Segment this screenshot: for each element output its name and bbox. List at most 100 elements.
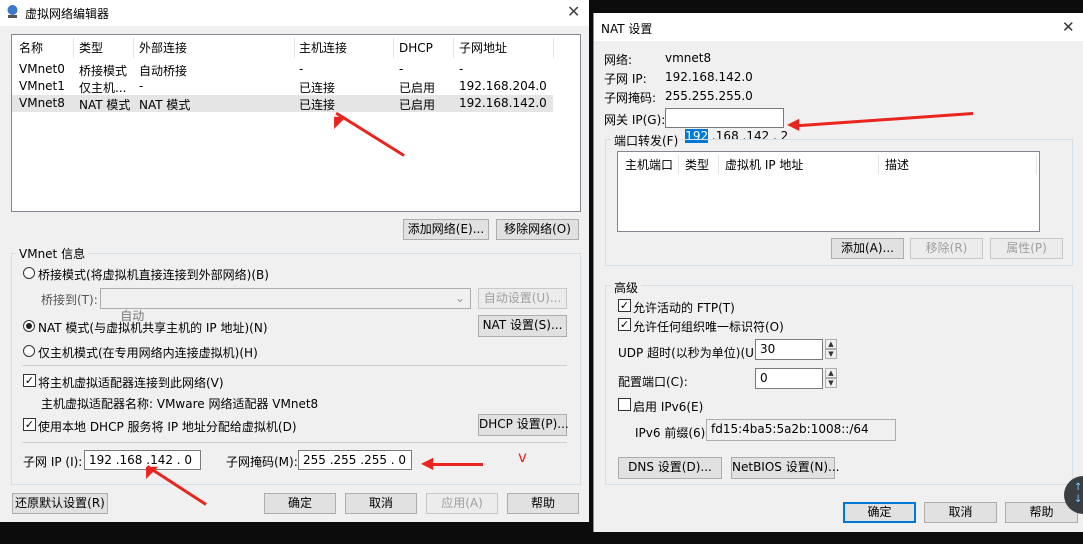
title-bar: NAT 设置 ✕ [594,13,1083,41]
config-port-field[interactable]: 0 [755,368,823,389]
ok-button[interactable]: 确定 [264,493,336,514]
subnet-ip-value: 192.168.142.0 [665,70,753,84]
subnet-ip-label: 子网 IP: [604,72,647,86]
advanced-title: 高级 [611,279,642,296]
vmnet-info-title: VMnet 信息 [16,245,89,262]
udp-timeout-label: UDP 超时(以秒为单位)(U): [618,346,763,360]
ipv6-prefix-field[interactable]: fd15:4ba5:5a2b:1008::/64 [706,419,896,441]
remove-network-button[interactable]: 移除网络(O) [496,219,579,240]
restore-defaults-button[interactable]: 还原默认设置(R) [12,493,108,514]
nat-settings-button[interactable]: NAT 设置(S)... [478,315,567,337]
col-divider[interactable] [718,155,719,175]
col-header-host-port[interactable]: 主机端口 [625,155,673,175]
col-header-type[interactable]: 类型 [79,38,103,58]
enable-ipv6-label[interactable]: 启用 IPv6(E) [633,398,703,415]
subnet-ip-field[interactable]: 192 .168 .142 . 0 [84,450,201,470]
col-header-description[interactable]: 描述 [885,155,909,175]
host-only-label[interactable]: 仅主机模式(在专用网络内连接虚拟机)(H) [38,344,258,361]
cell-external: - [139,79,144,93]
netbios-settings-button[interactable]: NetBIOS 设置(N)... [731,457,840,479]
close-icon[interactable]: ✕ [1062,18,1075,36]
table-row[interactable]: VMnet0 桥接模式 自动桥接 - - - [12,61,580,78]
allow-uid-label[interactable]: 允许任何组织唯一标识符(O) [633,318,784,335]
use-dhcp-label[interactable]: 使用本地 DHCP 服务将 IP 地址分配给虚拟机(D) [38,418,297,435]
col-divider[interactable] [294,38,295,58]
app-icon [5,4,20,19]
col-header-subnet[interactable]: 子网地址 [459,38,507,58]
network-value: vmnet8 [665,51,712,65]
col-divider[interactable] [133,38,134,58]
host-only-radio[interactable] [23,345,35,357]
adapter-name-text: 主机虚拟适配器名称: VMware 网络适配器 VMnet8 [41,397,319,411]
help-button[interactable]: 帮助 [507,493,579,514]
col-divider[interactable] [393,38,394,58]
ipv6-prefix-label: IPv6 前缀(6): [635,426,710,440]
col-header-host[interactable]: 主机连接 [299,38,347,58]
col-divider[interactable] [553,38,554,58]
connect-adapter-label[interactable]: 将主机虚拟适配器连接到此网络(V) [38,374,224,391]
allow-ftp-checkbox[interactable]: ✓ [618,299,631,312]
spin-down-icon[interactable]: ▼ [825,378,837,388]
dialog-title: NAT 设置 [601,22,653,36]
divider [22,442,567,443]
col-header-dhcp[interactable]: DHCP [399,38,433,58]
annotation-arrowhead: ◀ [787,114,800,133]
col-divider[interactable] [73,38,74,58]
network-table[interactable]: 名称 类型 外部连接 主机连接 DHCP 子网地址 VMnet0 桥接模式 自动… [11,34,581,212]
cell-host: 已连接 [299,81,336,95]
window-title: 虚拟网络编辑器 [25,7,110,21]
cell-dhcp: - [399,62,404,76]
dns-settings-button[interactable]: DNS 设置(D)... [618,457,722,479]
cancel-button[interactable]: 取消 [345,493,417,514]
ok-button[interactable]: 确定 [843,502,916,523]
subnet-mask-value: 255.255.255.0 [665,89,753,103]
nat-mode-label[interactable]: NAT 模式(与虚拟机共享主机的 IP 地址)(N) [38,319,268,336]
use-dhcp-checkbox[interactable]: ✓ [23,418,36,431]
col-divider[interactable] [1036,155,1037,175]
bridge-to-select[interactable]: 自动 ⌄ [100,288,471,323]
col-divider[interactable] [453,38,454,58]
annotation-mark: v [518,448,527,466]
col-divider[interactable] [878,155,879,175]
gateway-ip-field[interactable]: 192 .168 .142 . 2 [665,108,788,143]
table-row[interactable]: VMnet1 仅主机... - 已连接 已启用 192.168.204.0 [12,78,580,95]
annotation-arrowhead: ◤ [146,462,159,481]
config-port-label: 配置端口(C): [618,375,688,389]
add-network-button[interactable]: 添加网络(E)... [403,219,489,240]
auto-settings-button[interactable]: 自动设置(U)... [478,288,567,309]
spin-down-icon[interactable]: ▼ [825,349,837,359]
connect-adapter-checkbox[interactable]: ✓ [23,374,36,387]
annotation-arrowhead: ◀ [421,453,434,472]
cell-host: - [299,62,304,76]
nat-mode-radio[interactable] [23,320,35,332]
add-port-button[interactable]: 添加(A)... [831,238,904,259]
col-header-name[interactable]: 名称 [19,38,43,58]
properties-button[interactable]: 属性(P) [990,238,1063,259]
allow-ftp-label[interactable]: 允许活动的 FTP(T) [633,299,735,316]
cell-name: VMnet8 [19,96,65,110]
dhcp-settings-button[interactable]: DHCP 设置(P)... [478,414,569,436]
enable-ipv6-checkbox[interactable] [618,398,631,411]
subnet-mask-field[interactable]: 255 .255 .255 . 0 [298,450,412,470]
apply-button[interactable]: 应用(A) [426,493,498,514]
close-icon[interactable]: ✕ [567,2,580,21]
spin-up-icon[interactable]: ▲ [825,339,837,349]
cancel-button[interactable]: 取消 [924,502,997,523]
cell-type: 桥接模式 [79,64,128,78]
col-header-external[interactable]: 外部连接 [139,38,187,58]
network-label: 网络: [604,53,633,67]
bridge-mode-label[interactable]: 桥接模式(将虚拟机直接连接到外部网络)(B) [38,266,269,283]
col-divider[interactable] [678,155,679,175]
udp-timeout-field[interactable]: 30 [755,339,823,360]
remove-port-button[interactable]: 移除(R) [910,238,983,259]
col-header-type[interactable]: 类型 [685,155,709,175]
bridge-mode-radio[interactable] [23,267,35,279]
port-forward-table[interactable]: 主机端口 类型 虚拟机 IP 地址 描述 [617,151,1040,232]
port-forward-title: 端口转发(F) [611,132,682,149]
cell-external: NAT 模式 [139,98,191,112]
col-header-vm-ip[interactable]: 虚拟机 IP 地址 [725,155,803,175]
allow-uid-checkbox[interactable]: ✓ [618,318,631,331]
table-row-selected[interactable]: VMnet8 NAT 模式 NAT 模式 已连接 已启用 192.168.142… [12,95,553,112]
chevron-down-icon: ⌄ [454,291,465,305]
spin-up-icon[interactable]: ▲ [825,368,837,378]
